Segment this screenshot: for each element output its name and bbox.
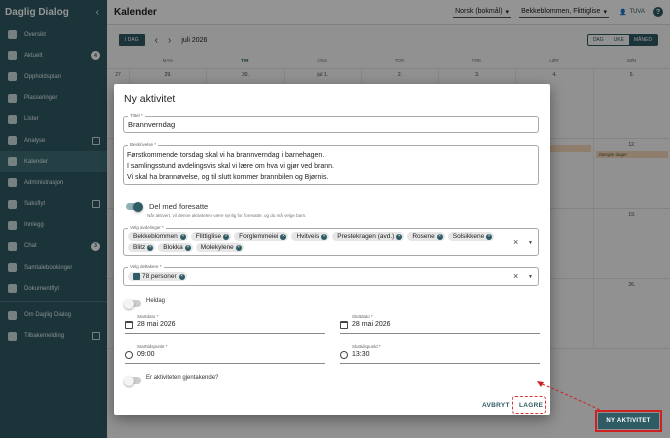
annotation-arrow (537, 381, 605, 413)
new-activity-button[interactable]: NY AKTIVITET (595, 410, 662, 432)
